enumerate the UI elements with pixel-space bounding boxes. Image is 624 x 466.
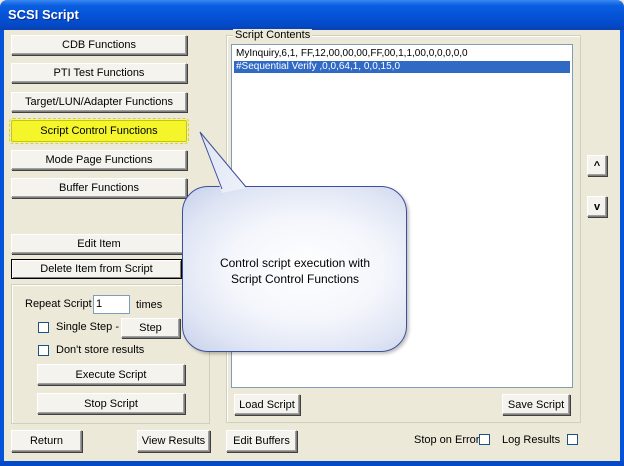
move-up-button[interactable]: ^ [587,155,607,176]
script-contents-label: Script Contents [233,29,313,41]
script-control-functions-button[interactable]: Script Control Functions [9,118,189,144]
window-frame-right [620,30,624,466]
single-step-checkbox[interactable] [38,322,49,333]
stop-on-error-checkbox[interactable] [479,434,490,445]
window-frame-bottom [0,461,624,466]
return-button[interactable]: Return [11,430,82,452]
dont-store-results-label: Don't store results [56,344,145,356]
window-frame-left [0,30,4,466]
pti-test-functions-button[interactable]: PTI Test Functions [11,63,187,83]
delete-item-button[interactable]: Delete Item from Script [11,259,182,279]
callout-line-2: Script Control Functions [230,272,360,286]
callout-line-1: Control script execution with [219,256,371,270]
buffer-functions-button[interactable]: Buffer Functions [11,178,187,198]
script-item-selected[interactable]: #Sequential Verify ,0,0,64,1, 0,0,15,0 [234,61,570,73]
callout-text: Control script execution with Script Con… [200,255,390,287]
edit-item-button[interactable]: Edit Item [11,234,187,254]
script-item[interactable]: MyInquiry,6,1, FF,12,00,00,00,FF,00,1,1,… [234,48,570,60]
load-script-button[interactable]: Load Script [234,394,300,415]
title-bar[interactable] [0,0,624,30]
window-title: SCSI Script [8,7,79,22]
execute-script-button[interactable]: Execute Script [37,364,185,385]
move-down-button[interactable]: v [587,196,607,217]
stop-script-button[interactable]: Stop Script [37,393,185,414]
times-label: times [136,299,163,311]
mode-page-functions-button[interactable]: Mode Page Functions [11,150,187,170]
target-lun-adapter-functions-button[interactable]: Target/LUN/Adapter Functions [11,92,187,112]
cdb-functions-button[interactable]: CDB Functions [11,35,187,55]
log-results-label: Log Results [502,434,561,446]
save-script-button[interactable]: Save Script [502,394,570,415]
view-results-button[interactable]: View Results [137,430,210,452]
step-button[interactable]: Step [121,318,180,338]
repeat-count-input[interactable]: 1 [93,295,130,314]
dont-store-results-checkbox[interactable] [38,345,49,356]
log-results-checkbox[interactable] [567,434,578,445]
edit-buffers-button[interactable]: Edit Buffers [226,430,297,452]
single-step-label: Single Step - [56,321,119,333]
stop-on-error-label: Stop on Error [414,434,480,446]
repeat-script-label: Repeat Script [25,298,92,310]
